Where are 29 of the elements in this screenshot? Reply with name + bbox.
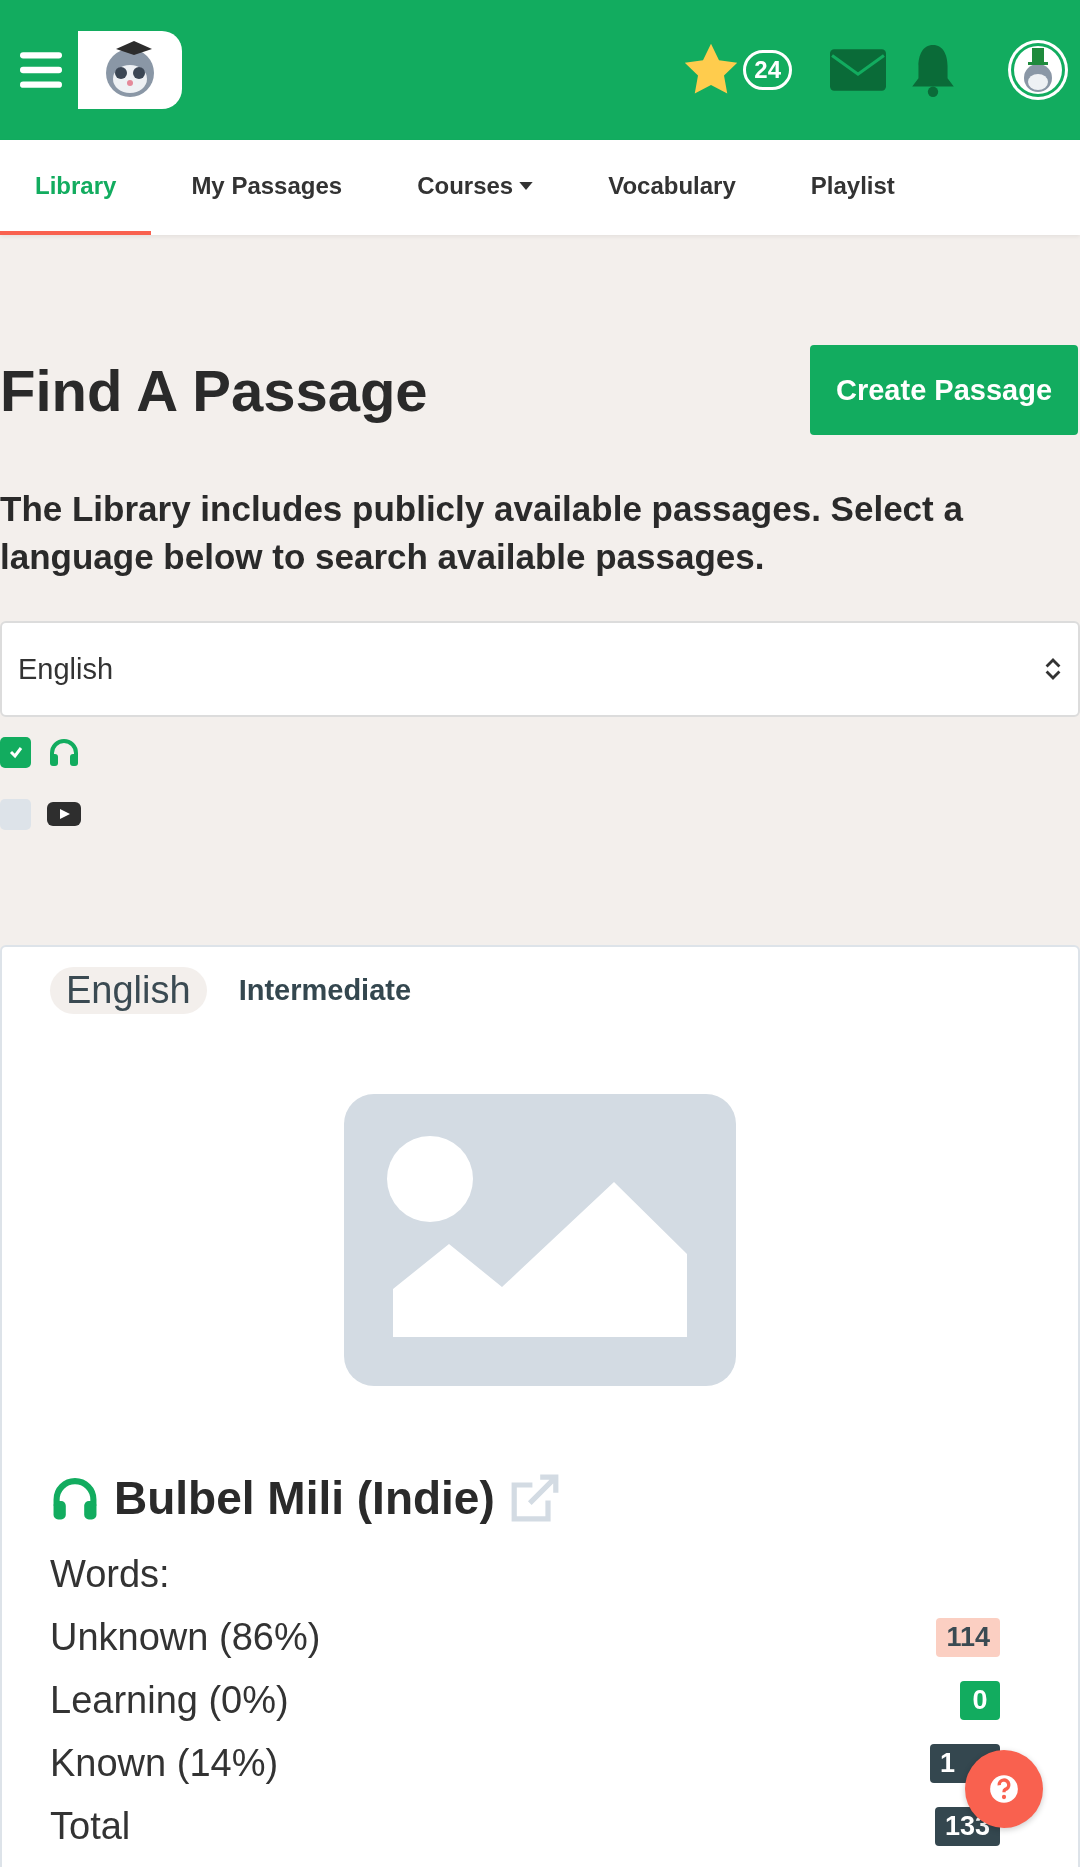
passage-title[interactable]: Bulbel Mili (Indie): [114, 1471, 495, 1525]
language-tag: English: [50, 967, 207, 1014]
chevron-updown-icon: [1044, 656, 1062, 682]
image-placeholder-icon: [344, 1094, 736, 1386]
nav-tab[interactable]: My Passages: [156, 140, 378, 235]
menu-icon[interactable]: [20, 52, 62, 88]
nav-tab[interactable]: Vocabulary: [573, 140, 771, 235]
nav-tab[interactable]: Courses: [382, 140, 569, 235]
level-label: Intermediate: [238, 974, 412, 1007]
raccoon-logo-icon[interactable]: [78, 31, 182, 109]
points-badge: 24: [743, 50, 792, 90]
description-text: The Library includes publicly available passages. Select a language below to search available passages.: [0, 488, 965, 578]
video-play-icon: [47, 799, 81, 829]
mail-icon[interactable]: [830, 49, 886, 91]
page-title: Find A Passage: [0, 356, 428, 424]
language-select[interactable]: English: [0, 621, 1080, 717]
stat-label: Learning (0%): [50, 1679, 289, 1722]
avatar-icon[interactable]: [1006, 38, 1070, 102]
bell-icon[interactable]: [910, 43, 956, 97]
stat-label: Total: [50, 1805, 131, 1848]
count-badge: 114: [936, 1618, 1000, 1657]
words-label: Words:: [50, 1552, 171, 1597]
count-badge: 0: [960, 1681, 1000, 1720]
question-icon: [988, 1773, 1020, 1805]
stat-label: Unknown (86%): [50, 1616, 321, 1659]
headphones-icon: [47, 737, 81, 767]
stat-label: Known (14%): [50, 1742, 279, 1785]
checkbox[interactable]: [0, 736, 31, 768]
nav-tab[interactable]: Playlist: [775, 140, 930, 235]
